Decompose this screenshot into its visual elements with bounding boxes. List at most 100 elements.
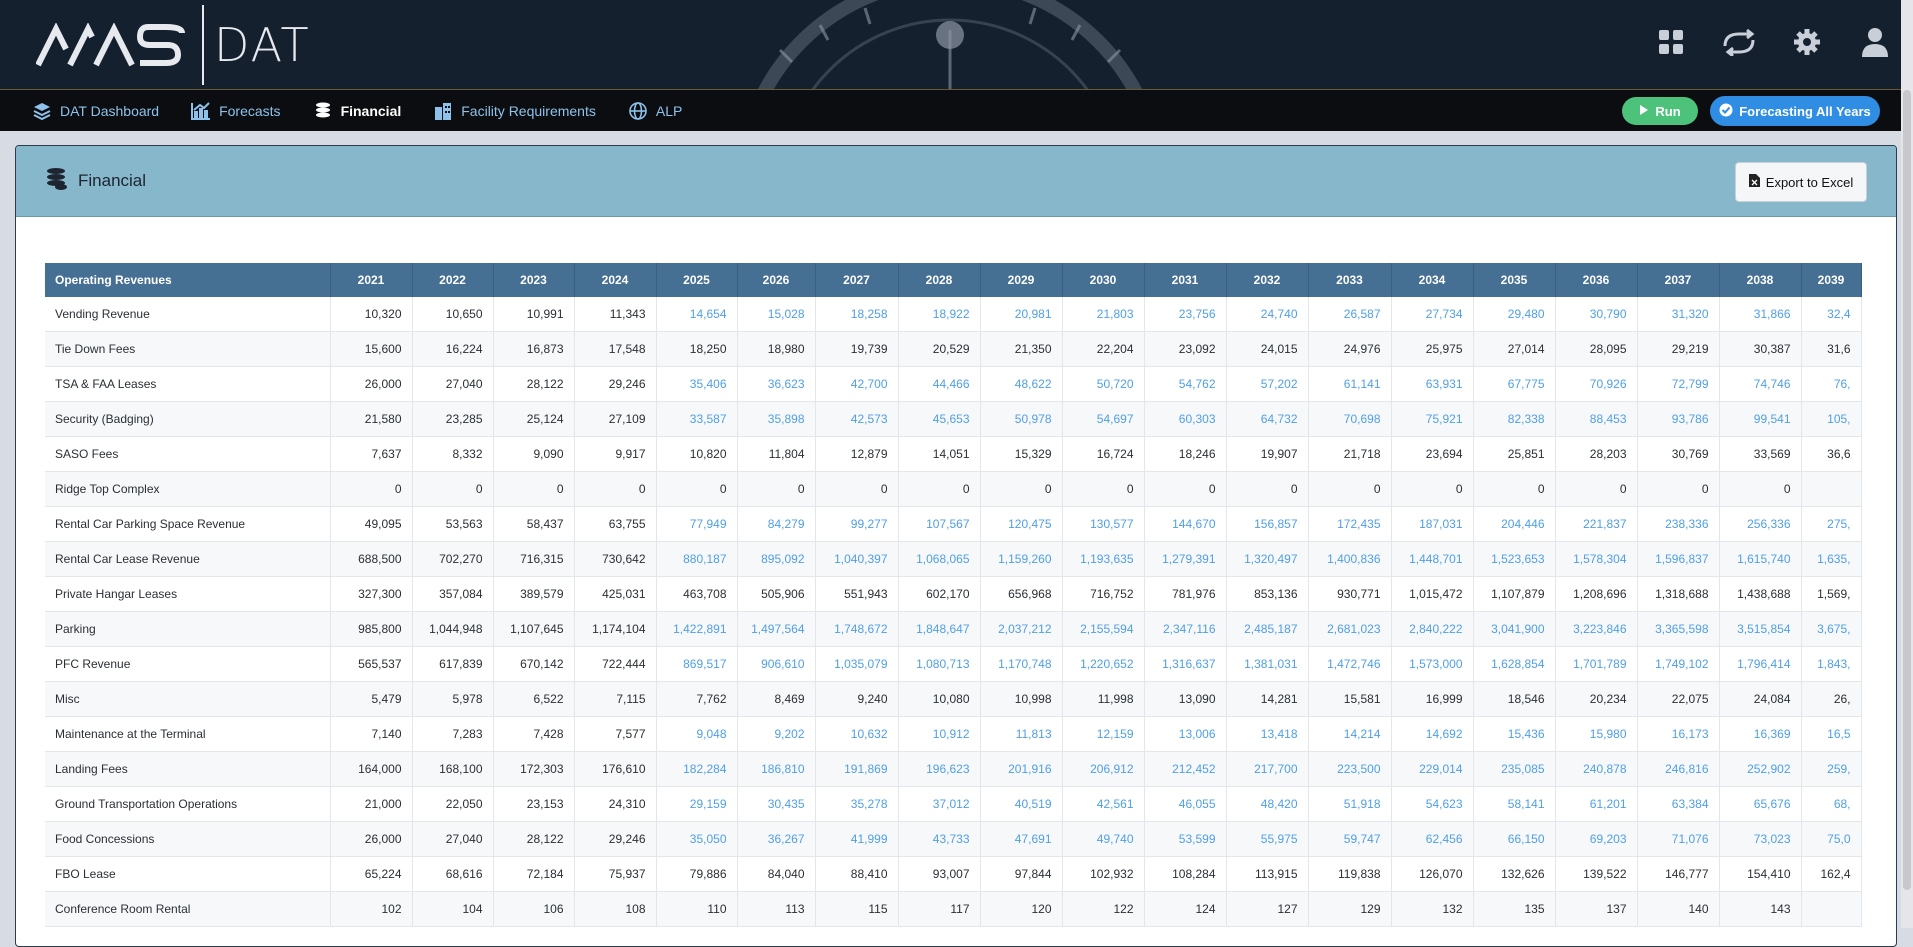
table-cell: 40,519: [980, 786, 1063, 822]
table-cell: 30,790: [1555, 297, 1638, 332]
scrollbar-thumb[interactable]: [1903, 90, 1911, 890]
table-cell: 74,746: [1719, 366, 1802, 402]
table-row[interactable]: FBO Lease 65,224 68,616 72,184 75,937 79,886 8…: [45, 856, 1862, 892]
table-row[interactable]: Ridge Top Complex 0 0 0 0 0 0 0 0 0 0 0 0 0 0 0 0 0 0: [45, 471, 1862, 507]
table-cell: 1,472,746: [1308, 646, 1392, 682]
table-row[interactable]: Tie Down Fees 15,600 16,224 16,873 17,548 18,…: [45, 331, 1862, 367]
table-row[interactable]: TSA & FAA Leases 26,000 27,040 28,122 29,246…: [45, 366, 1862, 402]
table-cell: 985,800: [330, 611, 413, 647]
nav-label: ALP: [655, 102, 683, 119]
table-cell: 0: [1062, 471, 1145, 507]
table-cell: 102: [330, 891, 413, 927]
table-row[interactable]: Parking 985,800 1,044,948 1,107,645 1,174,10…: [45, 611, 1862, 647]
table-cell: 49,740: [1062, 821, 1145, 857]
table-cell: 29,159: [656, 786, 738, 822]
table-cell: 63,755: [574, 506, 657, 542]
nas-logo-icon: [36, 23, 185, 67]
table-row[interactable]: Vending Revenue 10,320 10,650 10,991 11,343 1…: [45, 297, 1862, 332]
switch-airport-icon[interactable]: [1719, 22, 1759, 62]
settings-gear-icon[interactable]: [1787, 22, 1827, 62]
table-cell: 28,203: [1555, 436, 1638, 472]
row-label: Misc: [45, 681, 331, 717]
table-row[interactable]: PFC Revenue 565,537 617,839 670,142 722,444 8…: [45, 646, 1862, 682]
table-cell: 12,879: [815, 436, 899, 472]
table-row[interactable]: SASO Fees 7,637 8,332 9,090 9,917 10,820 11,80…: [45, 436, 1862, 472]
nav-alp[interactable]: ALP: [628, 101, 682, 121]
revenues-table-container[interactable]: Operating Revenues 2021 2022 2023 2024 2025 20…: [45, 263, 1865, 927]
table-cell: 617,839: [412, 646, 494, 682]
row-label: SASO Fees: [45, 436, 331, 472]
column-header-year: 2025: [656, 263, 738, 297]
table-cell: 27,109: [574, 401, 657, 437]
table-row[interactable]: Maintenance at the Terminal 7,140 7,283 7,4…: [45, 716, 1862, 752]
table-cell: 389,579: [493, 576, 575, 612]
table-cell: 14,051: [898, 436, 981, 472]
nav-facility-requirements[interactable]: Facility Requirements: [433, 101, 596, 121]
row-label: Vending Revenue: [45, 297, 331, 332]
column-header-year: 2022: [412, 263, 494, 297]
table-cell: 3,041,900: [1473, 611, 1556, 647]
table-cell: 28,095: [1555, 331, 1638, 367]
table-cell: 15,436: [1473, 716, 1556, 752]
table-cell: 15,980: [1555, 716, 1638, 752]
run-label: Run: [1655, 103, 1681, 119]
table-cell: 119,838: [1308, 856, 1392, 892]
table-cell: 30,769: [1637, 436, 1720, 472]
globe-icon: [628, 101, 648, 121]
table-row[interactable]: Security (Badging) 21,580 23,285 25,124 27,1…: [45, 401, 1862, 437]
table-cell: 140: [1637, 891, 1720, 927]
table-cell: 156,857: [1226, 506, 1309, 542]
table-cell: 3,515,854: [1719, 611, 1802, 647]
table-cell: 0: [737, 471, 816, 507]
table-cell: 162,4: [1801, 856, 1862, 892]
row-label: Rental Car Parking Space Revenue: [45, 506, 331, 542]
table-cell: 7,115: [574, 681, 657, 717]
forecasting-all-years-button[interactable]: Forecasting All Years: [1710, 96, 1880, 126]
row-label: TSA & FAA Leases: [45, 366, 331, 402]
apps-grid-icon[interactable]: [1651, 22, 1691, 62]
table-cell: 1,320,497: [1226, 541, 1309, 577]
table-cell: 256,336: [1719, 506, 1802, 542]
table-cell: 14,692: [1391, 716, 1474, 752]
table-cell: 22,050: [412, 786, 494, 822]
table-cell: 36,6: [1801, 436, 1862, 472]
table-cell: 172,435: [1308, 506, 1392, 542]
app-logo[interactable]: DAT: [36, 5, 311, 85]
table-cell: 27,734: [1391, 297, 1474, 332]
table-cell: 217,700: [1226, 751, 1309, 787]
table-cell: 24,740: [1226, 297, 1309, 332]
table-row[interactable]: Rental Car Lease Revenue 688,500 702,270 71…: [45, 541, 1862, 577]
table-cell: 70,926: [1555, 366, 1638, 402]
table-cell: 238,336: [1637, 506, 1720, 542]
table-row[interactable]: Conference Room Rental 102 104 106 108 110 113…: [45, 891, 1862, 927]
table-cell: 132,626: [1473, 856, 1556, 892]
table-cell: 21,350: [980, 331, 1063, 367]
building-icon: [433, 101, 453, 121]
nav-financial[interactable]: Financial: [313, 101, 401, 121]
table-cell: 54,762: [1144, 366, 1227, 402]
nav-dat-dashboard[interactable]: DAT Dashboard: [32, 101, 159, 121]
user-profile-icon[interactable]: [1855, 22, 1895, 62]
table-row[interactable]: Ground Transportation Operations 21,000 22…: [45, 786, 1862, 822]
table-row[interactable]: Landing Fees 164,000 168,100 172,303 176,610…: [45, 751, 1862, 787]
table-row[interactable]: Rental Car Parking Space Revenue 49,095 53…: [45, 506, 1862, 542]
table-cell: 1,615,740: [1719, 541, 1802, 577]
table-row[interactable]: Private Hangar Leases 327,300 357,084 389,5…: [45, 576, 1862, 612]
table-cell: 1,843,: [1801, 646, 1862, 682]
table-cell: 23,153: [493, 786, 575, 822]
nav-forecasts[interactable]: Forecasts: [191, 101, 281, 121]
run-button[interactable]: Run: [1622, 97, 1698, 125]
table-cell: 58,141: [1473, 786, 1556, 822]
table-cell: 0: [1226, 471, 1309, 507]
table-cell: 75,937: [574, 856, 657, 892]
table-cell: 5,479: [330, 681, 413, 717]
table-cell: [1801, 891, 1862, 927]
export-to-excel-button[interactable]: Export to Excel: [1735, 162, 1867, 202]
table-cell: 327,300: [330, 576, 413, 612]
table-cell: 1,107,645: [493, 611, 575, 647]
page-scrollbar[interactable]: [1901, 0, 1913, 928]
table-row[interactable]: Misc 5,479 5,978 6,522 7,115 7,762 8,469 9,240 1…: [45, 681, 1862, 717]
table-cell: 1,193,635: [1062, 541, 1145, 577]
table-row[interactable]: Food Concessions 26,000 27,040 28,122 29,246…: [45, 821, 1862, 857]
row-label: Landing Fees: [45, 751, 331, 787]
